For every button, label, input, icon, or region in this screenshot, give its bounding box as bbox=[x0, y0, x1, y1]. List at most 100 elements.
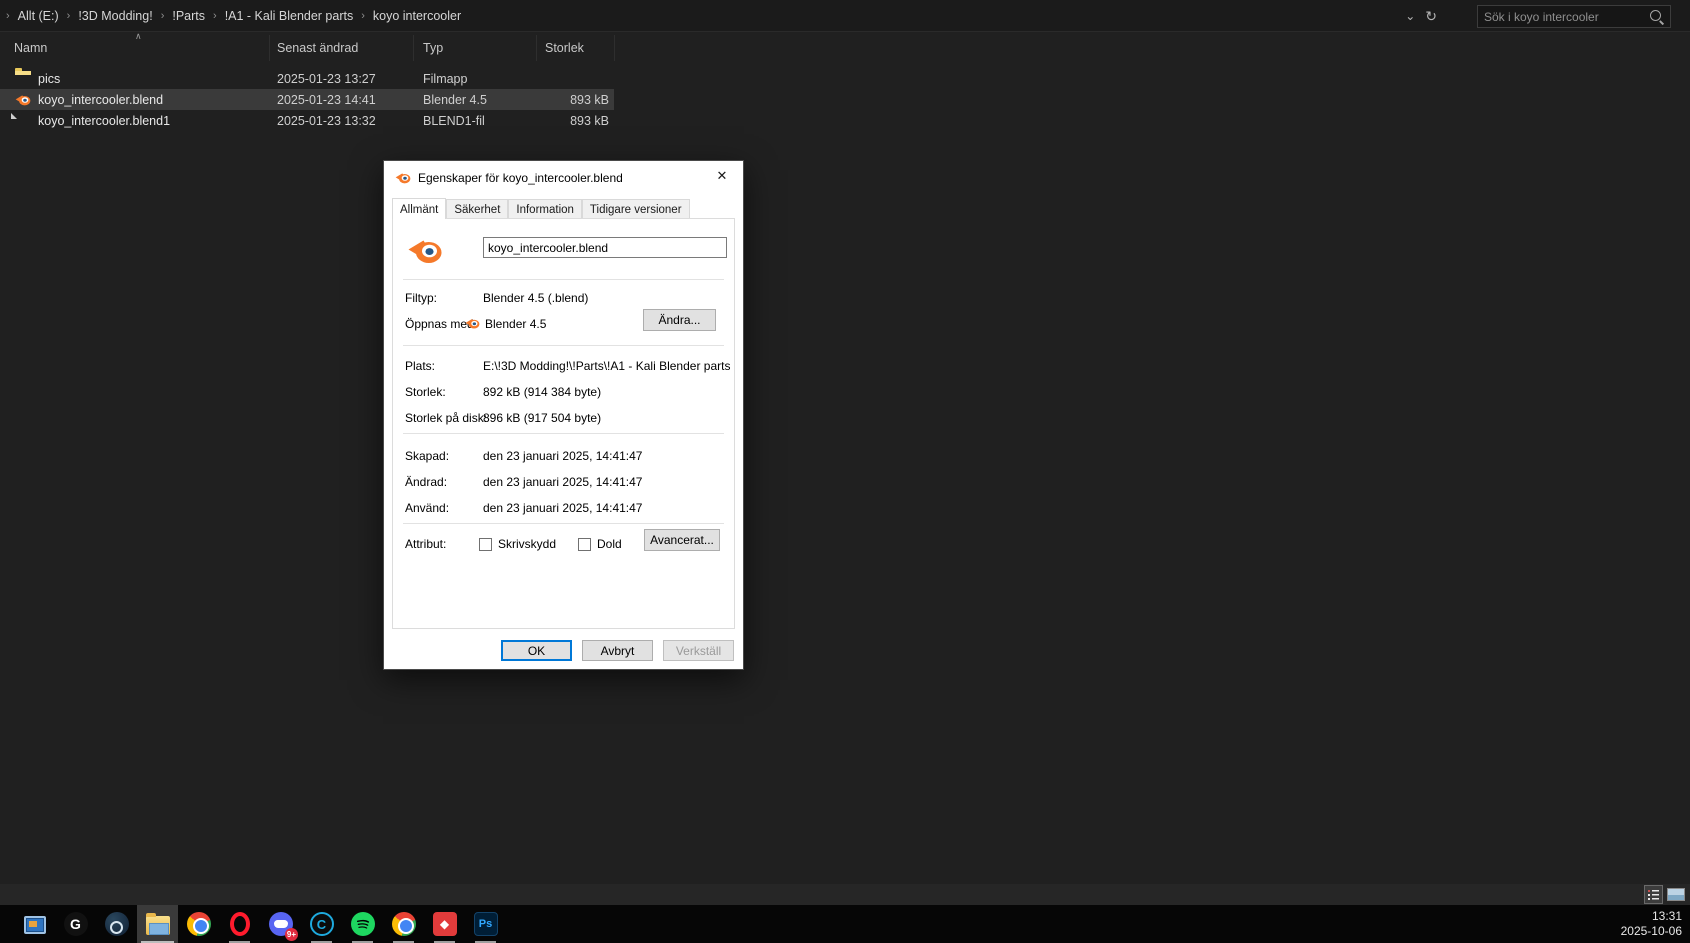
column-header-type[interactable]: Typ bbox=[423, 41, 443, 55]
taskbar-item-photoshop[interactable]: Ps bbox=[465, 905, 506, 943]
change-app-button[interactable]: Ändra... bbox=[643, 309, 716, 331]
taskbar-item-logitech[interactable]: G bbox=[55, 905, 96, 943]
chrome-icon bbox=[186, 912, 211, 936]
taskbar-item-amd-adrenalin[interactable]: ◆ bbox=[424, 905, 465, 943]
modified-label: Ändrad: bbox=[405, 475, 448, 489]
taskbar-item-crunchyroll[interactable]: C bbox=[301, 905, 342, 943]
hidden-checkbox[interactable] bbox=[578, 537, 592, 551]
taskbar-item-opera[interactable] bbox=[219, 905, 260, 943]
taskbar: G 9+ C ◆ Ps 13:31 2025-10-06 bbox=[0, 905, 1690, 943]
table-row-blend1[interactable]: koyo_intercooler.blend1 2025-01-23 13:32… bbox=[0, 110, 1690, 131]
created-label: Skapad: bbox=[405, 449, 450, 463]
tab-security[interactable]: Säkerhet bbox=[446, 199, 509, 218]
taskbar-item-spotify[interactable] bbox=[342, 905, 383, 943]
file-name: pics bbox=[38, 71, 61, 86]
size-value: 892 kB (914 384 byte) bbox=[483, 385, 602, 399]
monitor-icon bbox=[23, 916, 46, 934]
clock-date: 2025-10-06 bbox=[1620, 924, 1682, 938]
taskbar-item-steam[interactable] bbox=[96, 905, 137, 943]
chevron-right-icon: › bbox=[213, 9, 217, 22]
file-type: Filmapp bbox=[423, 71, 468, 86]
tray-list-icon[interactable] bbox=[1644, 885, 1663, 904]
blender-icon bbox=[395, 170, 411, 186]
file-modified: 2025-01-23 14:41 bbox=[277, 92, 376, 107]
chevron-right-icon: › bbox=[160, 9, 165, 22]
dialog-title-bar[interactable]: Egenskaper för koyo_intercooler.blend ✕ bbox=[384, 161, 743, 195]
wallpaper-thumbnail-icon[interactable] bbox=[1667, 888, 1685, 901]
search-input[interactable] bbox=[1478, 9, 1648, 24]
breadcrumb-item-2[interactable]: !Parts bbox=[166, 9, 211, 23]
ok-button[interactable]: OK bbox=[501, 640, 572, 661]
crunchyroll-icon: C bbox=[309, 912, 334, 936]
file-modified: 2025-01-23 13:32 bbox=[277, 113, 376, 128]
clock-time: 13:31 bbox=[1651, 909, 1682, 923]
accessed-value: den 23 januari 2025, 14:41:47 bbox=[483, 501, 643, 515]
address-dropdown-icon[interactable]: ⌄ bbox=[1405, 9, 1415, 23]
taskbar-item-chrome-2[interactable] bbox=[383, 905, 424, 943]
table-row-pics[interactable]: pics 2025-01-23 13:27 Filmapp bbox=[0, 68, 1690, 89]
amd-adrenalin-icon: ◆ bbox=[432, 912, 457, 936]
file-type: Blender 4.5 bbox=[423, 92, 487, 107]
column-divider[interactable] bbox=[614, 35, 615, 61]
folder-icon bbox=[15, 71, 31, 87]
column-header-size[interactable]: Storlek bbox=[545, 41, 584, 55]
logitech-g-icon: G bbox=[63, 912, 88, 936]
file-name: koyo_intercooler.blend1 bbox=[38, 113, 171, 128]
breadcrumb-item-1[interactable]: !3D Modding! bbox=[72, 9, 158, 23]
cancel-button[interactable]: Avbryt bbox=[582, 640, 653, 661]
readonly-checkbox[interactable] bbox=[479, 537, 492, 551]
column-header-name[interactable]: Namn bbox=[14, 41, 47, 55]
file-size: 893 kB bbox=[570, 92, 609, 107]
close-icon[interactable]: ✕ bbox=[701, 161, 743, 191]
discord-badge: 9+ bbox=[284, 928, 298, 941]
location-value: E:\!3D Modding!\!Parts\!A1 - Kali Blende… bbox=[483, 359, 730, 373]
taskbar-item-discord[interactable]: 9+ bbox=[260, 905, 301, 943]
refresh-icon[interactable]: ↻ bbox=[1425, 8, 1437, 25]
search-icon[interactable] bbox=[1648, 8, 1666, 26]
file-modified: 2025-01-23 13:27 bbox=[277, 71, 376, 86]
column-divider[interactable] bbox=[536, 35, 537, 61]
file-name: koyo_intercooler.blend bbox=[38, 92, 164, 107]
sort-ascending-icon: ∧ bbox=[135, 31, 142, 41]
search-box[interactable] bbox=[1477, 5, 1671, 28]
advanced-button[interactable]: Avancerat... bbox=[644, 529, 720, 551]
created-value: den 23 januari 2025, 14:41:47 bbox=[483, 449, 643, 463]
filename-field[interactable] bbox=[483, 237, 727, 258]
breadcrumb: › Allt (E:) › !3D Modding! › !Parts › !A… bbox=[0, 0, 467, 31]
chrome-icon bbox=[391, 912, 416, 936]
tab-previous-versions[interactable]: Tidigare versioner bbox=[581, 199, 690, 218]
taskbar-clock[interactable]: 13:31 2025-10-06 bbox=[1621, 909, 1682, 939]
size-on-disk-label: Storlek på disk: bbox=[405, 411, 488, 425]
breadcrumb-item-3[interactable]: !A1 - Kali Blender parts bbox=[219, 9, 360, 23]
taskbar-item-chrome[interactable] bbox=[178, 905, 219, 943]
column-divider[interactable] bbox=[269, 35, 270, 61]
blender-icon bbox=[465, 316, 480, 331]
dialog-buttons: OK Avbryt Verkställ bbox=[501, 640, 734, 661]
file-explorer-icon bbox=[145, 913, 170, 935]
column-header-modified[interactable]: Senast ändrad bbox=[277, 41, 358, 55]
taskbar-item-monitor[interactable] bbox=[14, 905, 55, 943]
divider bbox=[403, 523, 724, 524]
file-size: 893 kB bbox=[570, 113, 609, 128]
taskbar-item-file-explorer[interactable] bbox=[137, 905, 178, 943]
file-icon bbox=[15, 113, 31, 129]
chevron-right-icon: › bbox=[361, 9, 365, 22]
tab-general[interactable]: Allmänt bbox=[392, 198, 447, 219]
chevron-right-icon: › bbox=[66, 9, 71, 22]
dialog-tabs: Allmänt Säkerhet Information Tidigare ve… bbox=[392, 198, 690, 219]
location-label: Plats: bbox=[405, 359, 436, 373]
blender-icon bbox=[407, 233, 443, 269]
size-label: Storlek: bbox=[405, 385, 446, 399]
desktop-screen: › Allt (E:) › !3D Modding! › !Parts › !A… bbox=[0, 0, 1690, 943]
column-divider[interactable] bbox=[413, 35, 414, 61]
attributes-label: Attribut: bbox=[405, 537, 447, 551]
tab-information[interactable]: Information bbox=[508, 199, 582, 218]
breadcrumb-item-current[interactable]: koyo intercooler bbox=[367, 9, 467, 23]
table-row-blend-selected[interactable]: koyo_intercooler.blend 2025-01-23 14:41 … bbox=[0, 89, 1690, 110]
steam-icon bbox=[104, 912, 129, 936]
filetype-value: Blender 4.5 (.blend) bbox=[483, 291, 589, 305]
file-list: pics 2025-01-23 13:27 Filmapp koyo_inter… bbox=[0, 68, 1690, 131]
divider bbox=[403, 345, 724, 346]
tray-strip bbox=[0, 884, 1690, 905]
breadcrumb-item-drive[interactable]: Allt (E:) bbox=[12, 9, 65, 23]
